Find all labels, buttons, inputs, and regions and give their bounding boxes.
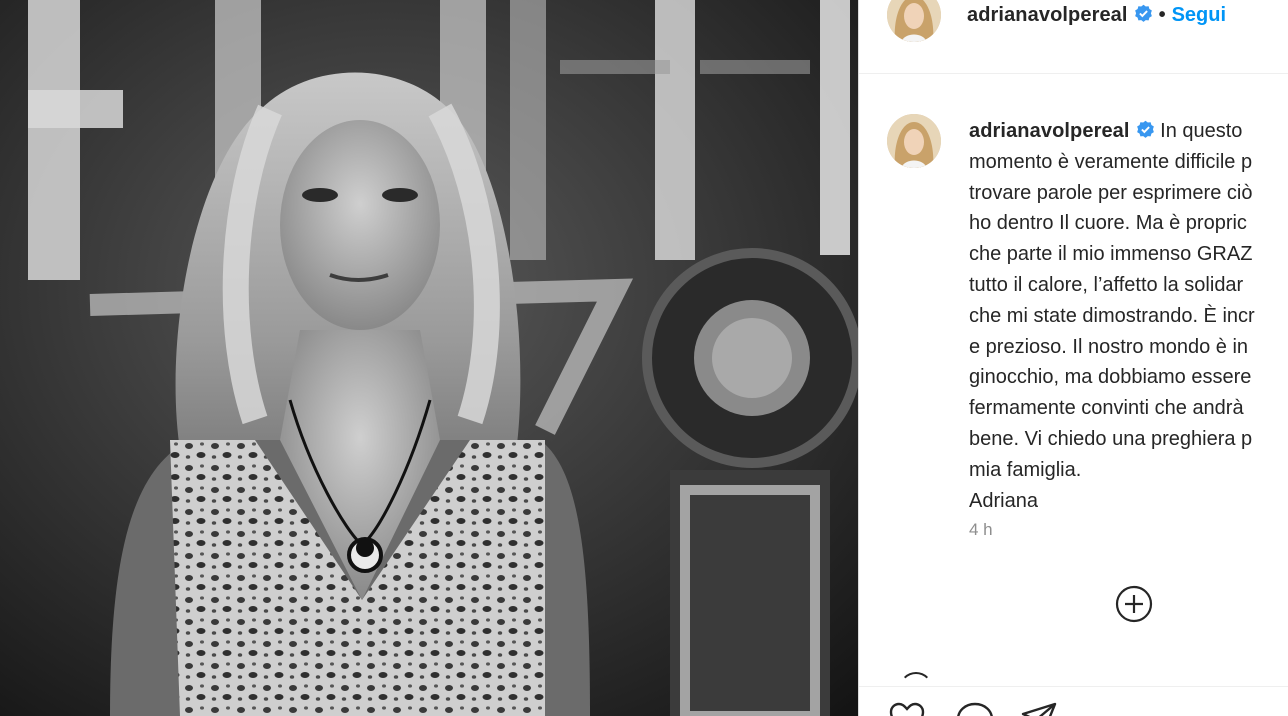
post-timestamp[interactable]: 4 h [969,520,993,540]
heart-icon[interactable] [887,700,927,716]
caption-author-avatar[interactable] [887,114,941,168]
header-line: adrianavolpereal • Segui [967,4,1226,27]
avatar-image [887,0,941,42]
avatar-image [887,114,941,168]
post-image [0,0,858,716]
follow-button[interactable]: Segui [1172,4,1226,26]
comment-icon[interactable] [955,700,995,716]
post-photo[interactable] [0,0,858,716]
instagram-post-view: adrianavolpereal • Segui adrianavolpereal … [0,0,1288,716]
share-icon[interactable] [1019,700,1059,716]
verified-badge-icon [1134,4,1152,22]
plus-circle-icon[interactable] [1114,584,1154,624]
caption-text: In questo momento è veramente difficile … [969,120,1255,512]
post-header: adrianavolpereal • Segui [859,0,1288,74]
actions-divider [859,686,1288,687]
header-username[interactable]: adrianavolpereal [967,4,1128,26]
comments-panel: adrianavolpereal • Segui adrianavolpereal … [858,0,1288,716]
header-separator: • [1158,4,1166,26]
caption-username[interactable]: adrianavolpereal [969,120,1130,142]
verified-badge-icon [1136,120,1154,138]
post-caption: adrianavolpereal In questo momento è ver… [969,116,1288,516]
author-avatar[interactable] [887,0,941,42]
